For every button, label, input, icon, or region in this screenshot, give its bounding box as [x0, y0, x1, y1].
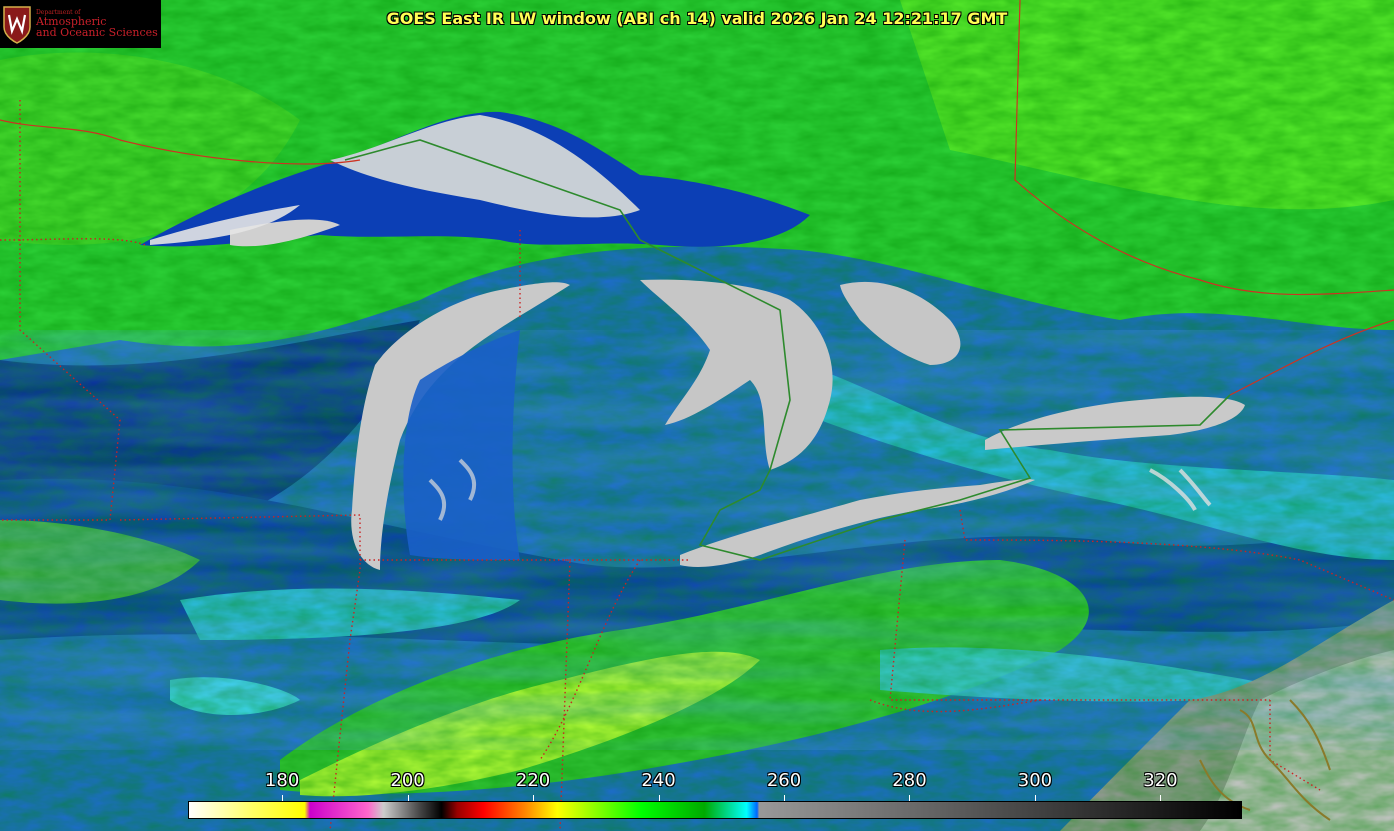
colorbar-tick-label: 220: [515, 770, 551, 791]
colorbar-tick-mark: [659, 795, 660, 801]
colorbar-tick-label: 320: [1143, 770, 1178, 791]
colorbar-tick-label: 200: [390, 770, 425, 791]
satellite-ir-image: [0, 0, 1394, 831]
colorbar-tick-label: 240: [641, 770, 676, 791]
colorbar-tick-mark: [784, 795, 785, 801]
colorbar-tick-mark: [533, 795, 534, 801]
colorbar-tick-mark: [909, 795, 910, 801]
colorbar-tick-mark: [282, 795, 283, 801]
temperature-colorbar: [188, 801, 1242, 819]
colorbar-tick-mark: [1035, 795, 1036, 801]
colorbar-tick-label: 180: [264, 770, 300, 791]
colorbar-tick-label: 280: [892, 770, 927, 791]
colorbar-tick-mark: [408, 795, 409, 801]
colorbar-tick-label: 300: [1017, 770, 1053, 791]
logo-line-2: and Oceanic Sciences: [36, 26, 158, 39]
colorbar-tick-label: 260: [766, 770, 802, 791]
colorbar-tick-mark: [1160, 795, 1161, 801]
image-title: GOES East IR LW window (ABI ch 14) valid…: [386, 9, 1008, 28]
